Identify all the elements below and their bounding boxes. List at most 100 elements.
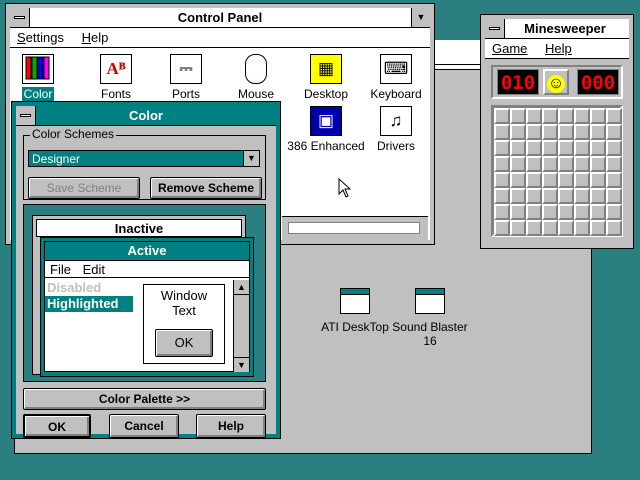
mine-cell[interactable]	[510, 140, 526, 156]
mine-cell[interactable]	[574, 140, 590, 156]
mine-cell[interactable]	[542, 172, 558, 188]
cp-icon-fonts[interactable]: Aᴮ Fonts	[80, 54, 152, 101]
remove-scheme-button[interactable]: Remove Scheme	[150, 177, 262, 199]
system-menu-button[interactable]	[485, 19, 505, 38]
mine-cell[interactable]	[574, 156, 590, 172]
mine-cell[interactable]	[494, 220, 510, 236]
mine-cell[interactable]	[590, 188, 606, 204]
mine-cell[interactable]	[510, 204, 526, 220]
system-menu-button[interactable]	[16, 106, 36, 125]
mine-cell[interactable]	[590, 172, 606, 188]
ok-button[interactable]: OK	[23, 414, 91, 438]
mine-cell[interactable]	[590, 220, 606, 236]
mine-cell[interactable]	[526, 220, 542, 236]
mine-cell[interactable]	[606, 108, 622, 124]
mine-cell[interactable]	[558, 140, 574, 156]
mine-cell[interactable]	[510, 172, 526, 188]
mine-cell[interactable]	[510, 124, 526, 140]
mine-cell[interactable]	[590, 140, 606, 156]
mine-cell[interactable]	[606, 124, 622, 140]
menu-game[interactable]: Game	[485, 39, 534, 59]
mine-cell[interactable]	[542, 204, 558, 220]
color-palette-button[interactable]: Color Palette >>	[23, 388, 266, 410]
preview-highlighted-item: Highlighted	[45, 296, 133, 312]
mine-cell[interactable]	[494, 108, 510, 124]
mine-cell[interactable]	[494, 140, 510, 156]
mine-cell[interactable]	[606, 204, 622, 220]
mine-cell[interactable]	[574, 172, 590, 188]
mine-cell[interactable]	[590, 108, 606, 124]
mine-cell[interactable]	[590, 156, 606, 172]
mine-cell[interactable]	[542, 188, 558, 204]
menu-help[interactable]: Help	[538, 39, 579, 59]
mine-cell[interactable]	[558, 220, 574, 236]
mine-cell[interactable]	[542, 124, 558, 140]
mine-cell[interactable]	[542, 108, 558, 124]
mine-cell[interactable]	[526, 204, 542, 220]
mine-cell[interactable]	[574, 124, 590, 140]
menu-help[interactable]: Help	[75, 28, 116, 48]
mine-cell[interactable]	[510, 188, 526, 204]
mine-cell[interactable]	[574, 204, 590, 220]
mine-cell[interactable]	[606, 140, 622, 156]
mine-cell[interactable]	[558, 124, 574, 140]
color-dialog-titlebar[interactable]: Color	[16, 106, 276, 126]
mine-cell[interactable]	[526, 124, 542, 140]
mine-cell[interactable]	[494, 188, 510, 204]
mine-cell[interactable]	[558, 156, 574, 172]
mine-cell[interactable]	[558, 188, 574, 204]
mine-cell[interactable]	[606, 220, 622, 236]
mine-cell[interactable]	[542, 220, 558, 236]
cp-icon-desktop[interactable]: ▦ Desktop	[290, 54, 362, 101]
mine-cell[interactable]	[494, 172, 510, 188]
cp-icon-386-enhanced[interactable]: ▣ 386 Enhanced	[282, 106, 370, 153]
help-button[interactable]: Help	[196, 414, 266, 438]
cancel-button[interactable]: Cancel	[109, 414, 179, 438]
menu-settings[interactable]: Settings	[10, 28, 71, 48]
color-icon	[22, 54, 54, 84]
chevron-down-icon[interactable]: ▼	[243, 151, 259, 166]
mine-cell[interactable]	[526, 156, 542, 172]
system-menu-button[interactable]	[10, 8, 30, 27]
mine-cell[interactable]	[590, 204, 606, 220]
mine-cell[interactable]	[574, 188, 590, 204]
desktop-icon-sound-blaster[interactable]: Sound Blaster 16	[392, 288, 468, 348]
mine-cell[interactable]	[526, 140, 542, 156]
mine-cell[interactable]	[606, 188, 622, 204]
mine-cell[interactable]	[526, 108, 542, 124]
mine-cell[interactable]	[558, 108, 574, 124]
smiley-face-button[interactable]: ☺	[543, 69, 569, 95]
cp-icon-drivers[interactable]: ♫ Drivers	[360, 106, 432, 153]
mine-cell[interactable]	[558, 172, 574, 188]
desktop-icon-ati[interactable]: ATI DeskTop	[318, 288, 392, 334]
control-panel-titlebar[interactable]: Control Panel ▼	[10, 8, 430, 28]
mine-cell[interactable]	[526, 188, 542, 204]
minesweeper-window[interactable]: Minesweeper Game Help 010 ☺ 000	[480, 14, 634, 249]
mine-cell[interactable]	[510, 156, 526, 172]
mine-cell[interactable]	[606, 156, 622, 172]
mine-cell[interactable]	[494, 124, 510, 140]
mine-cell[interactable]	[494, 156, 510, 172]
color-dialog[interactable]: Color Color Schemes Designer ▼ Save Sche…	[11, 101, 281, 439]
cp-icon-mouse[interactable]: Mouse	[220, 54, 292, 101]
cp-icon-ports[interactable]: ⎓ Ports	[150, 54, 222, 101]
mine-cell[interactable]	[574, 220, 590, 236]
mine-cell[interactable]	[606, 172, 622, 188]
mine-cell[interactable]	[510, 220, 526, 236]
save-scheme-button[interactable]: Save Scheme	[28, 177, 140, 199]
mine-cell[interactable]	[558, 204, 574, 220]
mine-cell[interactable]	[590, 124, 606, 140]
mine-cell[interactable]	[574, 108, 590, 124]
mine-cell[interactable]	[494, 204, 510, 220]
color-preview[interactable]: Inactive Active File Edit Disabled Highl…	[23, 204, 266, 382]
color-scheme-dropdown[interactable]: Designer ▼	[28, 150, 260, 167]
cp-icon-keyboard[interactable]: ⌨ Keyboard	[360, 54, 432, 101]
mine-cell[interactable]	[526, 172, 542, 188]
minesweeper-titlebar[interactable]: Minesweeper	[485, 19, 629, 39]
mine-cell[interactable]	[510, 108, 526, 124]
mine-cell[interactable]	[542, 156, 558, 172]
mine-cell[interactable]	[542, 140, 558, 156]
minimize-button[interactable]: ▼	[411, 8, 430, 27]
cp-icon-color[interactable]: Color	[6, 54, 70, 101]
minefield[interactable]	[491, 105, 623, 237]
